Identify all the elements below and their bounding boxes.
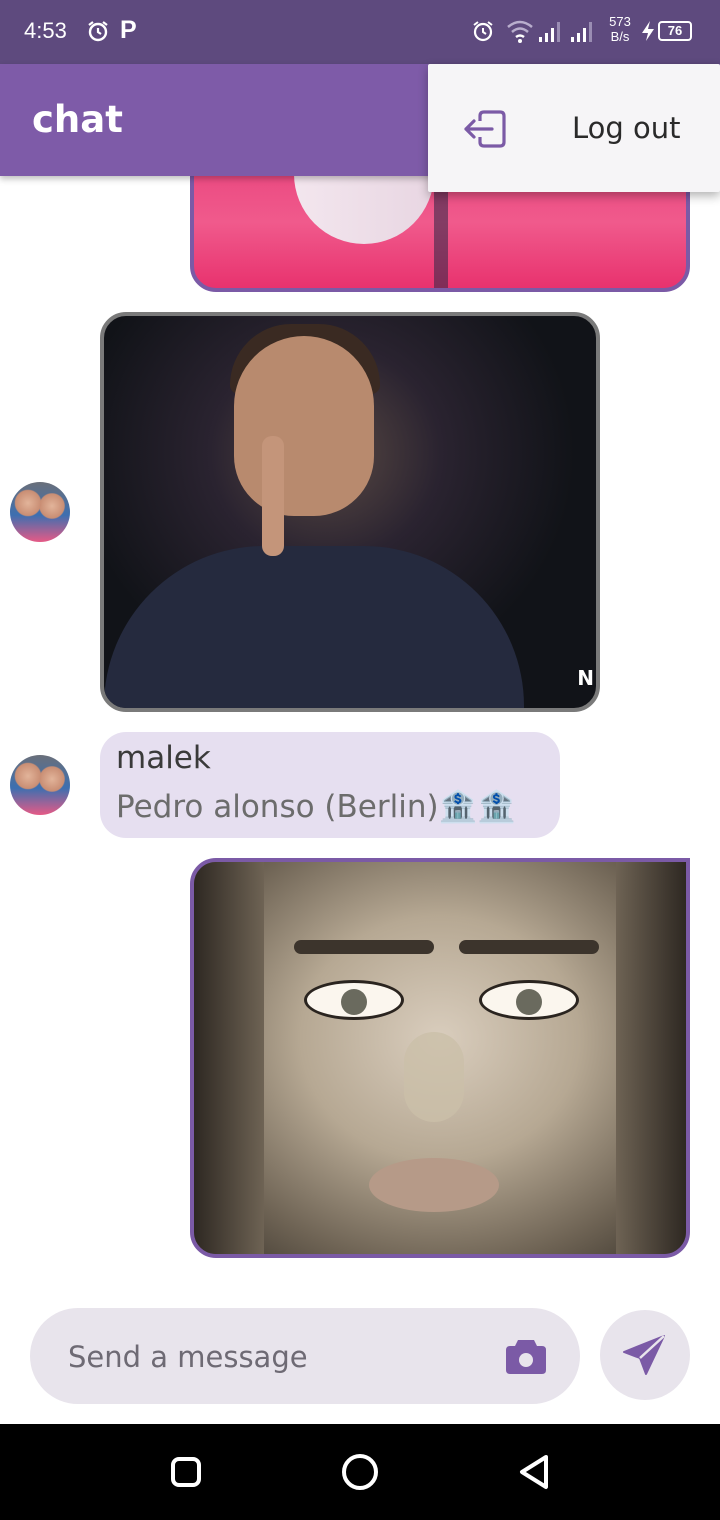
home-button[interactable]: [342, 1454, 378, 1490]
avatar[interactable]: [10, 482, 70, 542]
charging-icon: [642, 21, 654, 41]
send-button[interactable]: [600, 1310, 690, 1400]
battery-icon: 76: [658, 21, 692, 41]
send-icon: [623, 1335, 665, 1375]
image-watermark: N: [577, 666, 594, 690]
back-icon[interactable]: [516, 1453, 552, 1491]
message-image-other[interactable]: N: [100, 312, 600, 712]
logout-label: Log out: [572, 111, 681, 145]
camera-icon[interactable]: [504, 1336, 548, 1376]
image-content: [194, 862, 264, 1254]
recents-button[interactable]: [171, 1457, 201, 1487]
signal-icon: [539, 22, 560, 42]
wifi-icon: [507, 20, 533, 43]
logout-menu-item[interactable]: Log out: [428, 64, 720, 192]
alarm-icon: [473, 21, 493, 42]
logout-icon: [464, 110, 506, 148]
network-speed: 573 B/s: [609, 14, 631, 44]
system-nav-bar: [0, 1424, 720, 1520]
alarm-icon: [88, 21, 108, 42]
image-content: [104, 546, 524, 708]
status-time: 4:53: [24, 18, 67, 43]
image-content: [479, 980, 579, 1020]
image-content: [616, 862, 686, 1254]
image-content: [404, 1032, 464, 1122]
message-image-self[interactable]: [190, 858, 690, 1258]
image-content: [294, 940, 434, 954]
image-content: [234, 336, 374, 516]
sender-name: malek: [116, 740, 211, 776]
image-content: [459, 940, 599, 954]
overflow-menu: Log out: [428, 64, 720, 192]
message-input[interactable]: [66, 1336, 490, 1378]
avatar[interactable]: [10, 755, 70, 815]
parking-app-icon: P: [120, 16, 137, 44]
status-bar: 4:53 P 573 B/s 76: [0, 0, 720, 64]
message-bubble[interactable]: malek Pedro alonso (Berlin)🏦🏦: [100, 732, 560, 838]
image-content: [304, 980, 404, 1020]
page-title: chat: [32, 98, 123, 141]
image-content: [369, 1158, 499, 1212]
message-composer: [30, 1308, 580, 1404]
signal-icon: [571, 22, 592, 42]
image-content: [262, 436, 284, 556]
message-text: Pedro alonso (Berlin)🏦🏦: [116, 789, 516, 825]
